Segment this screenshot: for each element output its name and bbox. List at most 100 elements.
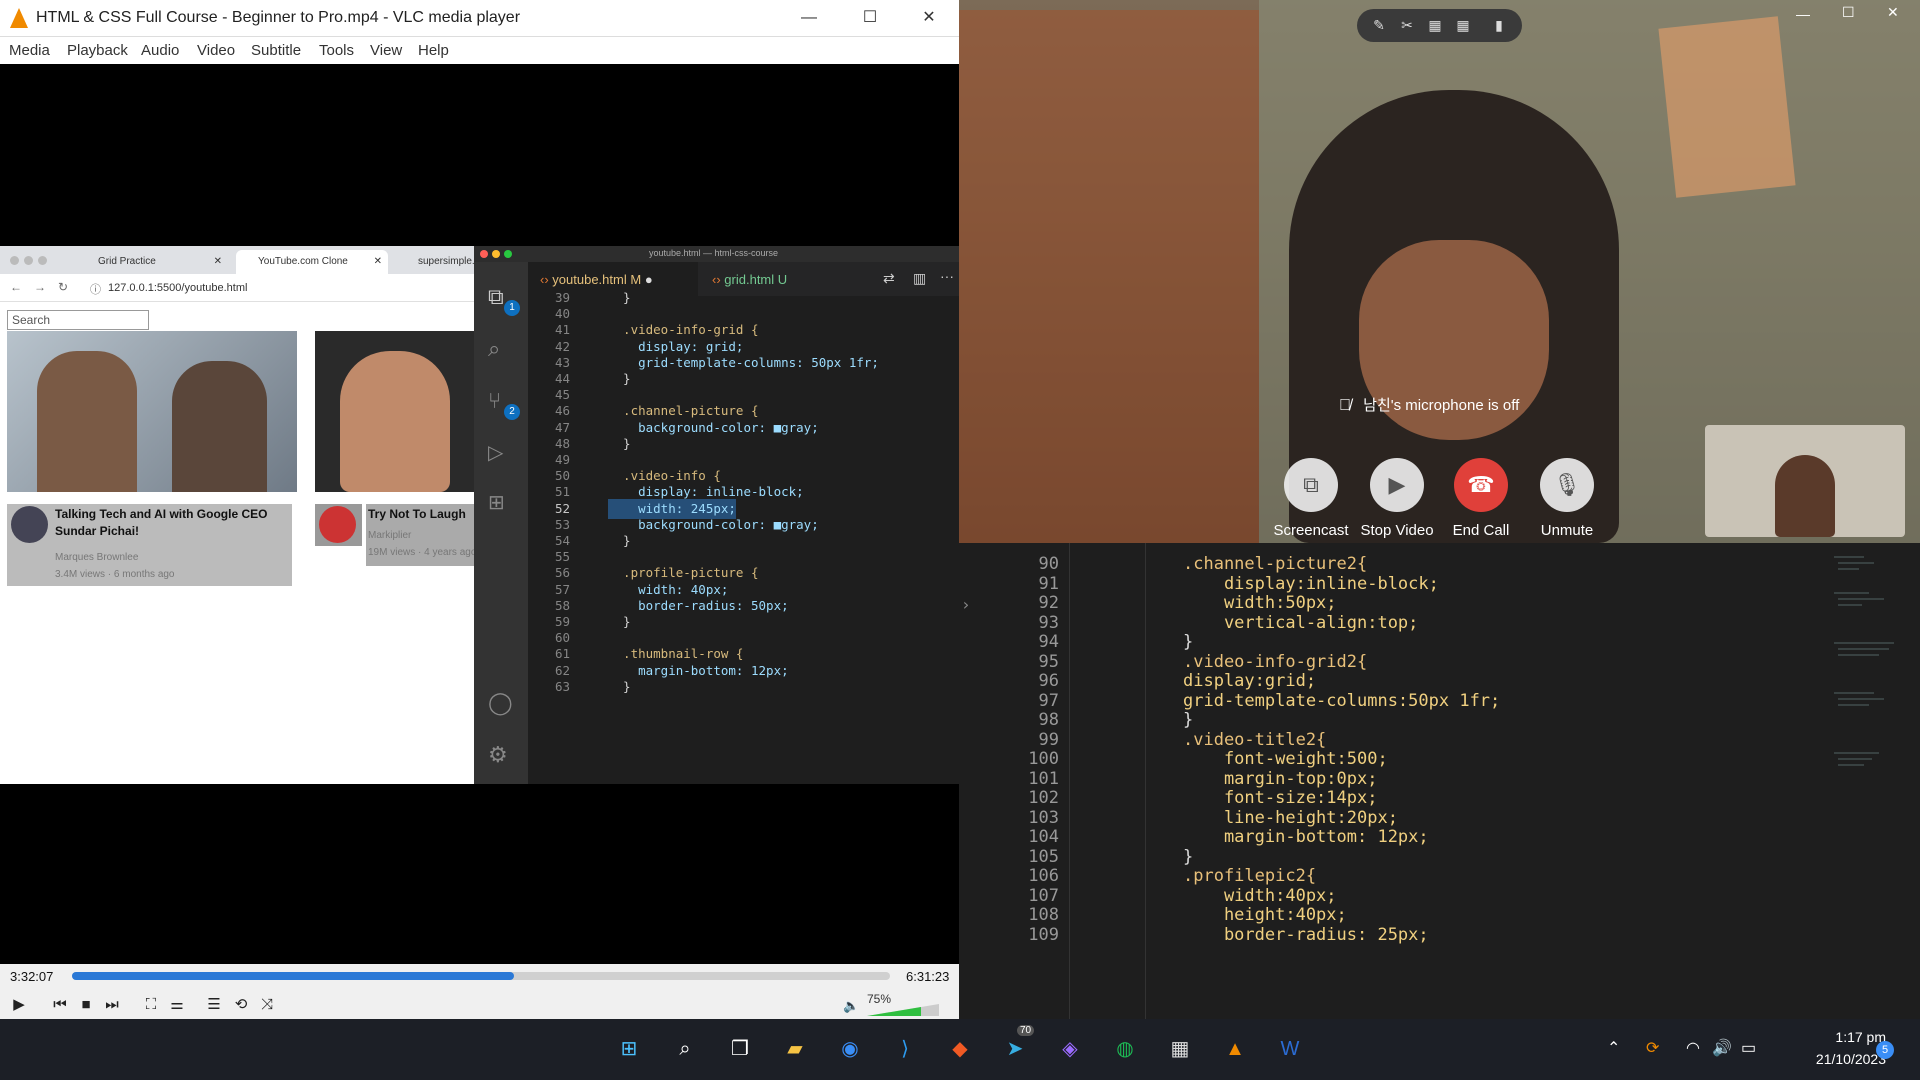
clock-time[interactable]: 1:17 pm xyxy=(1810,1029,1886,1045)
search-input: Search xyxy=(7,310,149,330)
vscode-title: youtube.html — html-css-course xyxy=(649,248,779,258)
video-info: Try Not To Laugh Markiplier 19M views · … xyxy=(366,504,474,566)
vlc-menubar: Media Playback Audio Video Subtitle Tool… xyxy=(0,37,959,64)
html-icon: ‹› xyxy=(712,272,721,287)
file-explorer-icon[interactable]: ▰ xyxy=(777,1031,813,1067)
video-info: Talking Tech and AI with Google CEO Sund… xyxy=(7,504,292,586)
video-thumbnail xyxy=(315,331,474,492)
brave-icon[interactable]: ◆ xyxy=(942,1031,978,1067)
spotify-icon[interactable]: ◍ xyxy=(1107,1031,1143,1067)
video-thumbnail xyxy=(7,331,297,492)
menu-subtitle[interactable]: Subtitle xyxy=(251,42,301,59)
end-call-button[interactable]: ☎ xyxy=(1454,458,1508,512)
mic-off-icon: 🎙 xyxy=(1553,472,1581,497)
vlc-titlebar[interactable]: HTML & CSS Full Course - Beginner to Pro… xyxy=(0,0,959,37)
minimap[interactable] xyxy=(1834,553,1914,853)
close-icon[interactable]: ✕ xyxy=(1887,4,1899,21)
microsoft-store-icon[interactable]: ▦ xyxy=(1162,1031,1198,1067)
reload-icon: ↻ xyxy=(58,280,69,294)
unmute-label: Unmute xyxy=(1540,522,1594,539)
wifi-icon[interactable]: ◠ xyxy=(1686,1038,1700,1058)
forward-icon: → xyxy=(34,280,46,294)
maximize-icon[interactable]: ☐ xyxy=(1842,4,1855,21)
microphone-off-notice: 🎙̸ 남친's microphone is off xyxy=(1339,397,1520,414)
loop-icon[interactable]: ⟲ xyxy=(229,993,253,1017)
activity-bar: ⧉ 1 ⌕ ⑂ 2 ▷ ⊞ ◯ ⚙ xyxy=(474,262,528,784)
volume-slider[interactable] xyxy=(867,1004,939,1016)
window-dot xyxy=(10,256,19,265)
code-editor: 39 } 40 41 .video-info-grid {42 display: g… xyxy=(528,290,959,784)
maximize-icon[interactable]: ☐ xyxy=(847,6,893,30)
fullscreen-icon[interactable]: ⛶ xyxy=(139,993,163,1017)
scm-badge: 2 xyxy=(504,404,520,420)
taskbar: ⊞ ⌕ ❐ ▰ ◉ ⟩ ◆ ➤ 70 ◈ ◍ ▦ ▲ W ⌃ ⟳ ◠ 🔊 ▭ 1… xyxy=(0,1019,1920,1080)
pen-icon[interactable]: ✎ xyxy=(1369,15,1389,35)
next-icon[interactable]: ⏭ xyxy=(100,993,124,1017)
close-icon[interactable]: ✕ xyxy=(906,6,952,30)
screencast-button[interactable]: ⧉ xyxy=(1284,458,1338,512)
scissors-icon[interactable]: ✂ xyxy=(1397,15,1417,35)
shuffle-icon[interactable]: ⤨ xyxy=(255,993,279,1017)
menu-tools[interactable]: Tools xyxy=(319,42,354,59)
menu-video[interactable]: Video xyxy=(197,42,235,59)
seek-bar[interactable] xyxy=(72,972,890,980)
telegram-badge: 70 xyxy=(1017,1025,1035,1036)
menu-view[interactable]: View xyxy=(370,42,402,59)
vlc-cone-icon xyxy=(10,8,28,28)
extended-settings-icon[interactable]: ⚌ xyxy=(165,993,189,1017)
sync-icon[interactable]: ⟳ xyxy=(1646,1038,1659,1058)
word-icon[interactable]: W xyxy=(1272,1031,1308,1067)
search-icon[interactable]: ⌕ xyxy=(667,1031,703,1067)
stop-video-button[interactable]: ▶ xyxy=(1370,458,1424,512)
sticker-icon[interactable]: ▦ xyxy=(1425,15,1445,35)
menu-help[interactable]: Help xyxy=(418,42,449,59)
code-editor-2: › 90 .channel-picture2{91 display:inline-… xyxy=(959,543,1920,1019)
signal-icon[interactable]: ▮ xyxy=(1489,15,1509,35)
menu-audio[interactable]: Audio xyxy=(141,42,179,59)
sticker-icon[interactable]: ▦ xyxy=(1453,15,1473,35)
start-windows-icon[interactable]: ⊞ xyxy=(611,1031,647,1067)
firefox-icon[interactable]: ◉ xyxy=(832,1031,868,1067)
browser-tabbar: Grid Practice ✕ YouTube.com Clone ✕ supers… xyxy=(0,246,481,274)
source-control-icon: ⑂ xyxy=(488,388,502,413)
code-line: 109 border-radius: 25px; xyxy=(959,923,1920,947)
vlc-window: HTML & CSS Full Course - Beginner to Pro… xyxy=(0,0,959,1019)
window-title: HTML & CSS Full Course - Beginner to Pro… xyxy=(36,9,521,26)
close-dot xyxy=(480,250,488,258)
video-info xyxy=(315,504,362,546)
chevron-up-icon[interactable]: ⌃ xyxy=(1607,1038,1620,1058)
vlc-controls: 3:32:07 6:31:23 ▶ ⏮ ■ ⏭ ⛶ ⚌ ☰ ⟲ ⤨ 🔈 75% xyxy=(0,964,959,1019)
code-text: } xyxy=(608,678,631,694)
play-icon[interactable]: ▶ xyxy=(7,993,31,1017)
stop-icon[interactable]: ■ xyxy=(74,993,98,1017)
telegram-icon[interactable]: ➤ xyxy=(997,1031,1033,1067)
menu-media[interactable]: Media xyxy=(9,42,50,59)
speaker-icon[interactable]: 🔈 xyxy=(843,998,859,1014)
split-editor-icon: ▥ xyxy=(913,270,927,286)
video-author: Markiplier xyxy=(368,530,412,541)
video-frame[interactable]: Grid Practice ✕ YouTube.com Clone ✕ supers… xyxy=(0,64,959,964)
minimize-icon[interactable]: — xyxy=(786,6,832,30)
clock-date[interactable]: 21/10/2023 xyxy=(1786,1051,1886,1067)
url-text: 127.0.0.1:5500/youtube.html xyxy=(108,282,248,294)
battery-icon[interactable]: ▭ xyxy=(1741,1038,1756,1058)
browser-tab: Grid Practice ✕ xyxy=(98,256,222,267)
vscode-icon[interactable]: ⟩ xyxy=(887,1031,923,1067)
task-view-icon[interactable]: ❐ xyxy=(722,1031,758,1067)
avatar xyxy=(319,506,356,543)
obsidian-icon[interactable]: ◈ xyxy=(1052,1031,1088,1067)
minimize-icon[interactable]: — xyxy=(1796,6,1810,22)
explorer-badge: 1 xyxy=(504,300,520,316)
unmute-button[interactable]: 🎙 xyxy=(1540,458,1594,512)
avatar xyxy=(11,506,48,543)
vlc-icon[interactable]: ▲ xyxy=(1217,1031,1253,1067)
back-icon: ← xyxy=(10,280,22,294)
playlist-icon[interactable]: ☰ xyxy=(202,993,226,1017)
menu-playback[interactable]: Playback xyxy=(67,42,128,59)
volume-icon[interactable]: 🔊 xyxy=(1712,1038,1732,1058)
maximize-dot xyxy=(504,250,512,258)
browser-tab: supersimple... xyxy=(418,256,481,267)
unsaved-dot-icon: ● xyxy=(644,272,653,287)
notification-badge[interactable]: 5 xyxy=(1876,1041,1894,1059)
previous-icon[interactable]: ⏮ xyxy=(48,993,72,1017)
